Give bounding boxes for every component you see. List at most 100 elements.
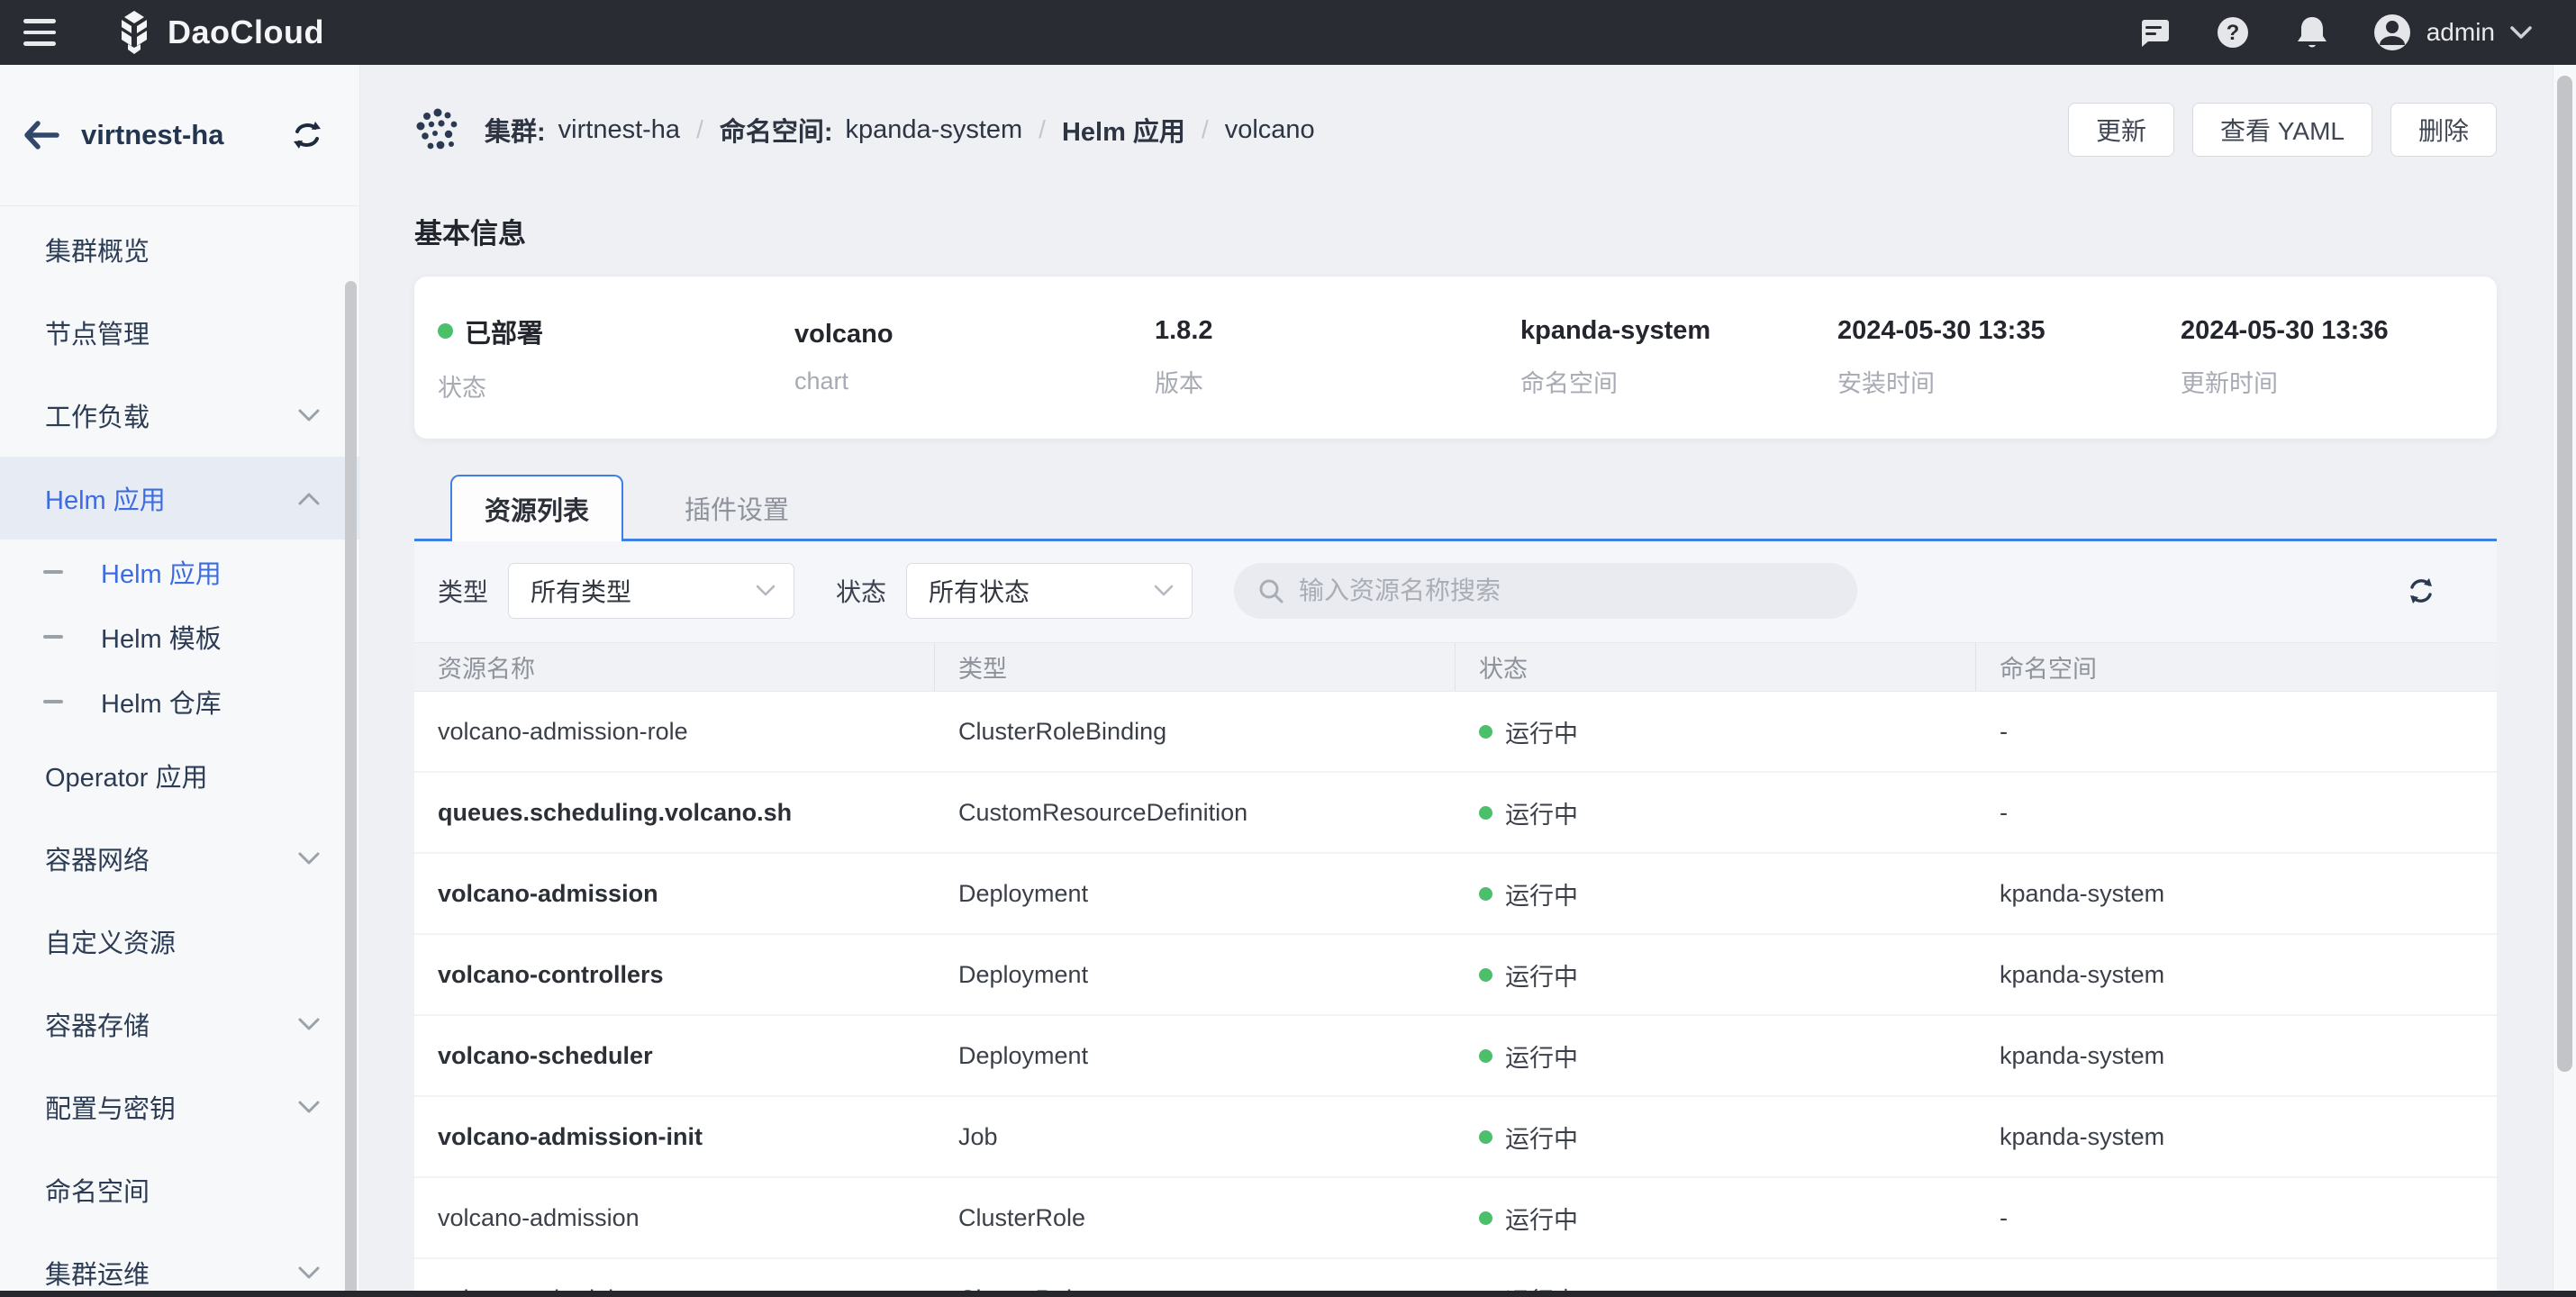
- back-arrow-icon[interactable]: [22, 115, 61, 155]
- avatar-icon: [2372, 13, 2412, 52]
- breadcrumb-cluster-label: 集群:: [485, 111, 546, 149]
- info-field-version: 1.8.2 版本: [1155, 316, 1520, 399]
- breadcrumb-namespace-label: 命名空间:: [720, 111, 833, 149]
- search-icon: [1257, 577, 1284, 604]
- chevron-down-icon: [2509, 25, 2533, 40]
- table-row[interactable]: volcano-controllers Deployment 运行中 kpand…: [414, 935, 2497, 1016]
- column-header-type: 类型: [935, 643, 1456, 691]
- svg-text:?: ?: [2226, 21, 2239, 45]
- info-field-namespace: kpanda-system 命名空间: [1520, 316, 1837, 399]
- message-icon[interactable]: [2135, 14, 2172, 51]
- sidebar-item-cluster-ops[interactable]: 集群运维: [0, 1231, 359, 1297]
- running-status-dot: [1479, 968, 1492, 982]
- switch-cluster-icon[interactable]: [289, 117, 325, 153]
- sidebar-item-cluster-overview[interactable]: 集群概览: [0, 208, 359, 291]
- refresh-icon[interactable]: [2401, 571, 2441, 611]
- running-status-dot: [1479, 725, 1492, 739]
- sidebar-item-config-secrets[interactable]: 配置与密钥: [0, 1066, 359, 1148]
- username: admin: [2426, 18, 2495, 47]
- brand-logo[interactable]: DaoCloud: [113, 10, 324, 55]
- table-row[interactable]: volcano-admission Deployment 运行中 kpanda-…: [414, 854, 2497, 935]
- sidebar-item-container-network[interactable]: 容器网络: [0, 817, 359, 900]
- dash-icon: [43, 635, 63, 639]
- sidebar-item-helm-apps[interactable]: Helm 应用: [0, 457, 359, 540]
- breadcrumb: 集群: virtnest-ha / 命名空间: kpanda-system / …: [414, 106, 1315, 153]
- search-input[interactable]: [1299, 576, 1834, 605]
- breadcrumb-helm-section[interactable]: Helm 应用: [1062, 111, 1185, 149]
- sidebar-item-container-storage[interactable]: 容器存储: [0, 983, 359, 1066]
- type-filter-label: 类型: [438, 573, 488, 609]
- main-content: 集群: virtnest-ha / 命名空间: kpanda-system / …: [360, 65, 2576, 1297]
- bell-icon[interactable]: [2293, 14, 2331, 51]
- chevron-down-icon: [298, 409, 320, 422]
- column-header-status: 状态: [1456, 643, 1976, 691]
- dash-icon: [43, 570, 63, 574]
- basic-info-card: 已部署 状态 volcano chart 1.8.2 版本 kpanda-sys…: [414, 277, 2497, 439]
- chevron-up-icon: [298, 492, 320, 505]
- delete-button[interactable]: 删除: [2390, 103, 2497, 157]
- sidebar-scrollbar[interactable]: [345, 281, 357, 1297]
- topbar: DaoCloud ? admin: [0, 0, 2576, 65]
- dash-icon: [43, 700, 63, 703]
- sidebar-subitem-helm-apps[interactable]: Helm 应用: [0, 540, 359, 604]
- info-field-chart: volcano chart: [794, 320, 1155, 395]
- type-filter-select[interactable]: 所有类型: [508, 563, 794, 619]
- tab-resource-list[interactable]: 资源列表: [450, 475, 623, 541]
- deployed-status-dot: [438, 323, 453, 339]
- chevron-down-icon: [298, 1266, 320, 1280]
- column-header-name: 资源名称: [414, 643, 935, 691]
- column-header-namespace: 命名空间: [1976, 643, 2497, 691]
- page-scrollbar-thumb[interactable]: [2557, 76, 2572, 1072]
- breadcrumb-namespace-value[interactable]: kpanda-system: [846, 115, 1023, 145]
- sidebar-item-operator-apps[interactable]: Operator 应用: [0, 734, 359, 817]
- chevron-down-icon: [1154, 585, 1174, 597]
- page-scrollbar[interactable]: [2553, 65, 2576, 1297]
- breadcrumb-cluster-value[interactable]: virtnest-ha: [558, 115, 680, 145]
- running-status-dot: [1479, 1049, 1492, 1063]
- sidebar-item-custom-resources[interactable]: 自定义资源: [0, 900, 359, 983]
- resource-search[interactable]: [1234, 563, 1857, 619]
- sidebar-item-namespaces[interactable]: 命名空间: [0, 1148, 359, 1231]
- running-status-dot: [1479, 1211, 1492, 1225]
- sidebar-item-node-management[interactable]: 节点管理: [0, 291, 359, 374]
- table-row[interactable]: volcano-admission-init Job 运行中 kpanda-sy…: [414, 1097, 2497, 1178]
- basic-info-title: 基本信息: [414, 211, 2497, 251]
- help-icon[interactable]: ?: [2214, 14, 2252, 51]
- table-row[interactable]: volcano-admission-role ClusterRoleBindin…: [414, 692, 2497, 773]
- breadcrumb-app-name: volcano: [1225, 115, 1315, 145]
- sidebar-subitem-helm-templates[interactable]: Helm 模板: [0, 604, 359, 669]
- running-status-dot: [1479, 887, 1492, 901]
- sidebar-subitem-helm-repos[interactable]: Helm 仓库: [0, 669, 359, 734]
- sidebar-menu: 集群概览 节点管理 工作负载 Helm 应用 Helm 应用 Helm 模板 H…: [0, 206, 359, 1297]
- chevron-down-icon: [298, 1018, 320, 1031]
- info-field-status: 已部署 状态: [438, 313, 794, 404]
- update-button[interactable]: 更新: [2068, 103, 2174, 157]
- cluster-dots-icon: [414, 106, 461, 153]
- status-filter-select[interactable]: 所有状态: [906, 563, 1193, 619]
- resource-table: 资源名称 类型 状态 命名空间 volcano-admission-role C…: [414, 642, 2497, 1297]
- table-header: 资源名称 类型 状态 命名空间: [414, 642, 2497, 692]
- hamburger-menu-icon[interactable]: [23, 5, 77, 59]
- user-menu[interactable]: admin: [2372, 13, 2533, 52]
- chevron-down-icon: [298, 1101, 320, 1114]
- status-filter-label: 状态: [836, 573, 886, 609]
- table-row[interactable]: volcano-scheduler Deployment 运行中 kpanda-…: [414, 1016, 2497, 1097]
- tab-plugin-settings[interactable]: 插件设置: [650, 475, 823, 541]
- view-yaml-button[interactable]: 查看 YAML: [2192, 103, 2372, 157]
- info-field-install-time: 2024-05-30 13:35 安装时间: [1837, 316, 2181, 399]
- tab-bar: 资源列表 插件设置: [414, 473, 2497, 541]
- cluster-name: virtnest-ha: [81, 119, 289, 151]
- brand-name: DaoCloud: [168, 14, 324, 51]
- chevron-down-icon: [298, 852, 320, 866]
- table-row[interactable]: volcano-admission ClusterRole 运行中 -: [414, 1178, 2497, 1259]
- bottom-edge-bar: [0, 1291, 2576, 1297]
- table-row[interactable]: queues.scheduling.volcano.sh CustomResou…: [414, 773, 2497, 854]
- running-status-dot: [1479, 806, 1492, 820]
- sidebar-header: virtnest-ha: [0, 65, 359, 205]
- chevron-down-icon: [756, 585, 776, 597]
- resource-list-panel: 类型 所有类型 状态 所有状态: [414, 541, 2497, 1297]
- daocloud-logo-icon: [113, 10, 155, 55]
- running-status-dot: [1479, 1130, 1492, 1144]
- sidebar-item-workloads[interactable]: 工作负载: [0, 374, 359, 457]
- sidebar: virtnest-ha 集群概览 节点管理 工作负载 Helm 应用 Helm …: [0, 65, 360, 1297]
